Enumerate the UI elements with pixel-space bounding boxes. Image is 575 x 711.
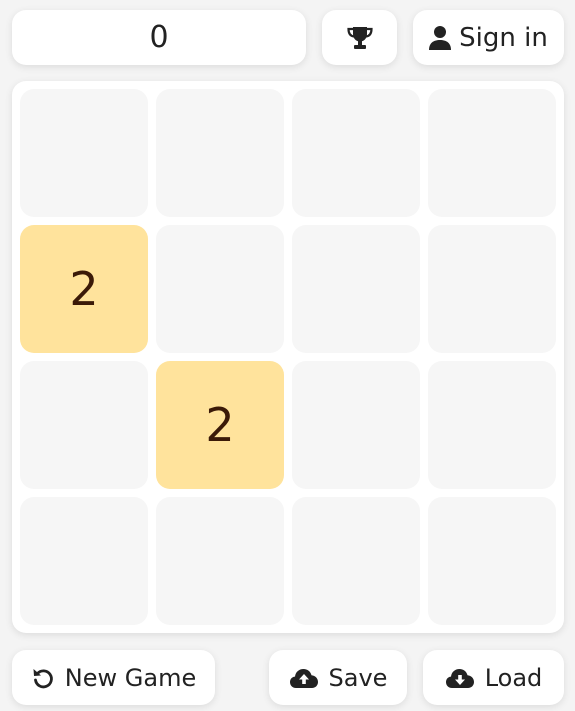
score-display: 0	[12, 10, 306, 65]
game-board[interactable]: 22	[12, 81, 564, 633]
leaderboard-button[interactable]	[322, 10, 397, 65]
cloud-upload-icon	[289, 667, 319, 689]
sign-in-label: Sign in	[459, 22, 548, 53]
new-game-button[interactable]: New Game	[12, 650, 215, 705]
empty-cell	[292, 361, 420, 489]
empty-cell	[428, 361, 556, 489]
save-label: Save	[328, 663, 388, 692]
load-label: Load	[484, 663, 543, 692]
tile-2: 2	[156, 361, 284, 489]
trophy-icon	[346, 25, 374, 51]
empty-cell	[156, 497, 284, 625]
empty-cell	[20, 497, 148, 625]
user-icon	[429, 25, 452, 51]
empty-cell	[20, 89, 148, 217]
empty-cell	[292, 497, 420, 625]
empty-cell	[428, 89, 556, 217]
save-button[interactable]: Save	[269, 650, 407, 705]
empty-cell	[428, 497, 556, 625]
empty-cell	[292, 225, 420, 353]
sign-in-button[interactable]: Sign in	[413, 10, 564, 65]
empty-cell	[156, 89, 284, 217]
undo-icon	[31, 666, 55, 690]
load-button[interactable]: Load	[423, 650, 564, 705]
empty-cell	[428, 225, 556, 353]
score-value: 0	[149, 20, 169, 55]
new-game-label: New Game	[64, 663, 197, 692]
tile-2: 2	[20, 225, 148, 353]
empty-cell	[20, 361, 148, 489]
empty-cell	[156, 225, 284, 353]
empty-cell	[292, 89, 420, 217]
cloud-download-icon	[445, 667, 475, 689]
